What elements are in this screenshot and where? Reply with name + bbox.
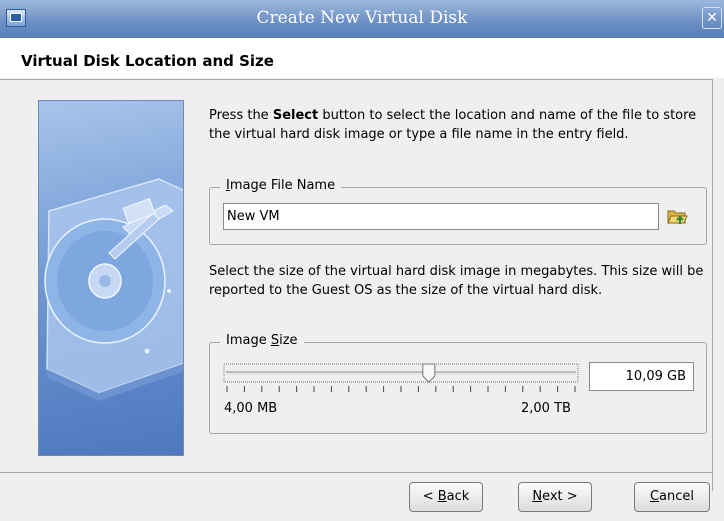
window-title: Create New Virtual Disk bbox=[256, 8, 468, 28]
right-divider bbox=[712, 79, 713, 491]
back-button[interactable]: < Back bbox=[409, 482, 483, 512]
image-size-legend: Image Size bbox=[220, 333, 304, 348]
image-file-name-legend: Image File Name bbox=[220, 178, 342, 193]
hard-disk-illustration bbox=[38, 100, 184, 456]
image-file-name-input[interactable]: New VM bbox=[223, 203, 659, 230]
header-divider bbox=[0, 79, 712, 80]
folder-open-icon[interactable] bbox=[666, 205, 688, 227]
hard-disk-icon bbox=[44, 178, 183, 401]
slider-track-svg[interactable] bbox=[223, 360, 579, 400]
size-description: Select the size of the virtual hard disk… bbox=[209, 264, 704, 298]
intro-select-word: Select bbox=[272, 108, 319, 123]
legend-text-end: ize bbox=[279, 333, 298, 348]
select-file-button[interactable] bbox=[666, 205, 688, 227]
close-icon[interactable]: ✕ bbox=[702, 7, 722, 29]
intro-text-start: Press the bbox=[209, 108, 273, 123]
back-mnemonic: B bbox=[437, 489, 447, 504]
page-title: Virtual Disk Location and Size bbox=[21, 52, 274, 70]
cancel-mnemonic: C bbox=[649, 489, 660, 504]
next-mnemonic: N bbox=[532, 489, 543, 504]
image-size-slider[interactable] bbox=[223, 360, 579, 400]
slider-thumb[interactable] bbox=[422, 363, 436, 383]
slider-min-label: 4,00 MB bbox=[224, 401, 278, 416]
slider-max-label: 2,00 TB bbox=[521, 401, 571, 416]
wizard-header: Virtual Disk Location and Size bbox=[0, 38, 724, 78]
next-button[interactable]: Next > bbox=[518, 482, 592, 512]
legend-text: mage File Name bbox=[229, 178, 336, 193]
cancel-label: ancel bbox=[659, 489, 695, 504]
back-label: ack bbox=[446, 489, 470, 504]
legend-text-start: Image bbox=[226, 333, 271, 348]
cancel-button[interactable]: Cancel bbox=[634, 482, 710, 512]
window-titlebar: Create New Virtual Disk ✕ bbox=[0, 0, 724, 38]
image-size-value-field[interactable]: 10,09 GB bbox=[589, 362, 694, 391]
intro-text: Press the Select button to select the lo… bbox=[209, 106, 709, 144]
back-prefix: < bbox=[422, 489, 438, 504]
next-label: ext > bbox=[542, 489, 578, 504]
legend-mnemonic: S bbox=[270, 333, 280, 348]
footer-divider bbox=[0, 472, 712, 473]
